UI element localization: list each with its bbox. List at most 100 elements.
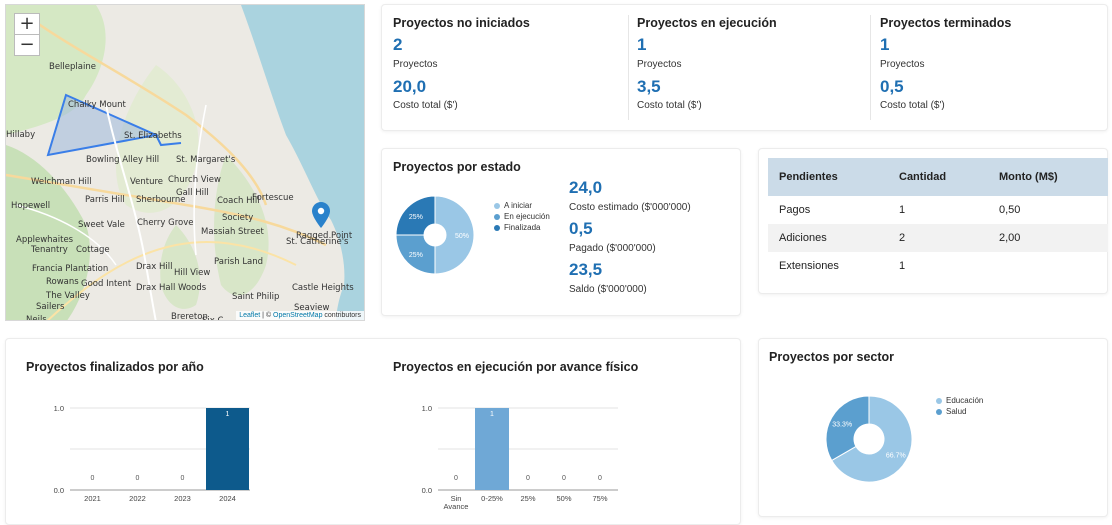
- legend-label: A iniciar: [504, 201, 533, 210]
- pie-slice-label: 50%: [455, 233, 469, 240]
- map-place-label: Saint Philip: [232, 292, 280, 302]
- map-place-label: St. Margaret's: [176, 155, 236, 165]
- map-place-label: Cottage: [76, 245, 110, 255]
- estado-stat-label: Pagado ($'000'000): [569, 243, 656, 254]
- zoom-out-button[interactable]: −: [14, 34, 40, 56]
- map-place-label: Massiah Street: [201, 227, 264, 237]
- map-place-label: Hillaby: [6, 130, 36, 140]
- y-tick-label: 0.0: [422, 486, 432, 495]
- map-place-label: Francia Plantation: [32, 264, 109, 274]
- kpi-cost: 20,0: [393, 77, 427, 96]
- map-place-label: Ragged Point: [296, 231, 353, 241]
- map-attribution: Leaflet | © OpenStreetMap contributors: [236, 311, 364, 320]
- estado-stat-value: 24,0: [569, 178, 603, 197]
- map-place-label: Sweet Vale: [78, 220, 125, 230]
- map-marker-icon[interactable]: [312, 202, 330, 228]
- kpi-title: Proyectos terminados: [880, 16, 1012, 30]
- map-place-label: The Valley: [46, 291, 90, 301]
- legend-item[interactable]: En ejecución: [494, 211, 550, 222]
- table-cell: 1: [899, 204, 906, 216]
- sector-donut-chart: 66.7% 33.3%: [826, 396, 912, 482]
- legend-label: Educación: [946, 396, 984, 405]
- kpi-cost-label: Costo total ($'): [393, 100, 458, 111]
- bar-data-label: 0: [91, 475, 95, 482]
- table-cell: 2: [888, 224, 988, 252]
- kpi-divider: [628, 15, 629, 120]
- sector-card: [758, 338, 1108, 517]
- legend-label: En ejecución: [504, 212, 550, 221]
- map-place-label: Neils: [26, 315, 47, 321]
- legend-swatch: [494, 224, 500, 231]
- zoom-in-button[interactable]: +: [14, 13, 40, 35]
- legend-item[interactable]: Salud: [936, 406, 983, 417]
- legend-item[interactable]: A iniciar: [494, 200, 550, 211]
- col-header-monto: Monto (M$): [988, 158, 1108, 196]
- map-place-label: Cherry Grove: [137, 218, 194, 228]
- map-place-label: Church View: [168, 175, 221, 185]
- x-tick-label: Avance: [444, 502, 469, 510]
- attribution-tail: contributors: [322, 312, 361, 319]
- kpi-cost: 0,5: [880, 77, 904, 96]
- map-place-label: Gall Hill: [176, 188, 209, 198]
- map-place-label: Drax Hill: [136, 262, 173, 272]
- map-place-label: Parish Land: [214, 257, 264, 267]
- map-place-label: Parris Hill: [85, 195, 125, 205]
- legend-label: Finalizada: [504, 223, 541, 232]
- table-cell: 2,00: [988, 224, 1108, 252]
- estado-title: Proyectos por estado: [393, 160, 521, 174]
- estado-stat-label: Costo estimado ($'000'000): [569, 202, 691, 213]
- map-place-label: Belleplaine: [49, 62, 96, 72]
- sector-legend: Educación Salud: [936, 395, 983, 417]
- finalizados-bar-chart: 0.0 1.0 0 2021 0 2022 0 2023 1 2024: [54, 404, 250, 503]
- table-cell: Extensiones: [779, 260, 839, 272]
- x-tick-label: 0-25%: [481, 494, 503, 503]
- pie-slice-label: 25%: [409, 252, 423, 259]
- map-place-label: Tenantry: [31, 245, 68, 255]
- legend-swatch: [494, 213, 500, 220]
- legend-swatch: [494, 202, 500, 209]
- estado-donut-chart: 50% 25% 25%: [396, 196, 474, 274]
- bar[interactable]: [475, 408, 509, 490]
- bar-data-label: 0: [181, 475, 185, 482]
- kpi-count-label: Proyectos: [880, 59, 925, 70]
- x-tick-label: 50%: [556, 494, 571, 503]
- leaflet-link[interactable]: Leaflet: [239, 312, 260, 319]
- estado-stat-value: 23,5: [569, 260, 603, 279]
- map-place-label: Drax Hall Woods: [136, 283, 207, 293]
- pie-slice-label: 66.7%: [886, 453, 906, 460]
- map-place-label: Bowling Alley Hill: [86, 155, 160, 165]
- avance-title: Proyectos en ejecución por avance físico: [393, 360, 639, 374]
- map-place-label: Hopewell: [11, 201, 51, 211]
- table-row: Pagos 1 0,50: [768, 196, 1108, 224]
- map-place-label: Good Intent: [81, 279, 132, 289]
- map-place-label: Welchman Hill: [31, 177, 92, 187]
- x-tick-label: 25%: [520, 494, 535, 503]
- legend-item[interactable]: Educación: [936, 395, 983, 406]
- kpi-divider: [870, 15, 871, 120]
- map-place-label: Six C: [202, 316, 224, 321]
- bar[interactable]: [206, 408, 249, 490]
- col-header-pendientes: Pendientes: [768, 158, 888, 196]
- map-place-label: Hill View: [174, 268, 211, 278]
- bar-data-label: 0: [454, 475, 458, 482]
- kpi-count: 1: [637, 35, 647, 54]
- bar-data-label: 0: [136, 475, 140, 482]
- bar-data-label: 1: [226, 411, 230, 418]
- table-row: Extensiones 1: [768, 252, 1108, 280]
- estado-stat-label: Saldo ($'000'000): [569, 284, 647, 295]
- legend-item[interactable]: Finalizada: [494, 222, 550, 233]
- sector-title: Proyectos por sector: [769, 350, 895, 364]
- map-place-label: Chalky Mount: [68, 100, 126, 110]
- y-tick-label: 1.0: [422, 404, 432, 413]
- table-cell: 0,50: [999, 204, 1021, 216]
- pie-slice-label: 33.3%: [832, 421, 852, 428]
- finalizados-title: Proyectos finalizados por año: [26, 360, 204, 374]
- legend-swatch: [936, 408, 942, 415]
- kpi-title: Proyectos no iniciados: [393, 16, 530, 30]
- table-row: Adiciones 2 2,00: [768, 224, 1108, 252]
- map-place-label: Castle Heights: [292, 283, 354, 293]
- map-place-label: Sailers: [36, 302, 65, 312]
- x-tick-label: 2022: [129, 494, 146, 503]
- map-panel[interactable]: + − Belleplaine Chalky Mount St. Elizabeth…: [5, 4, 365, 321]
- osm-link[interactable]: OpenStreetMap: [273, 312, 322, 319]
